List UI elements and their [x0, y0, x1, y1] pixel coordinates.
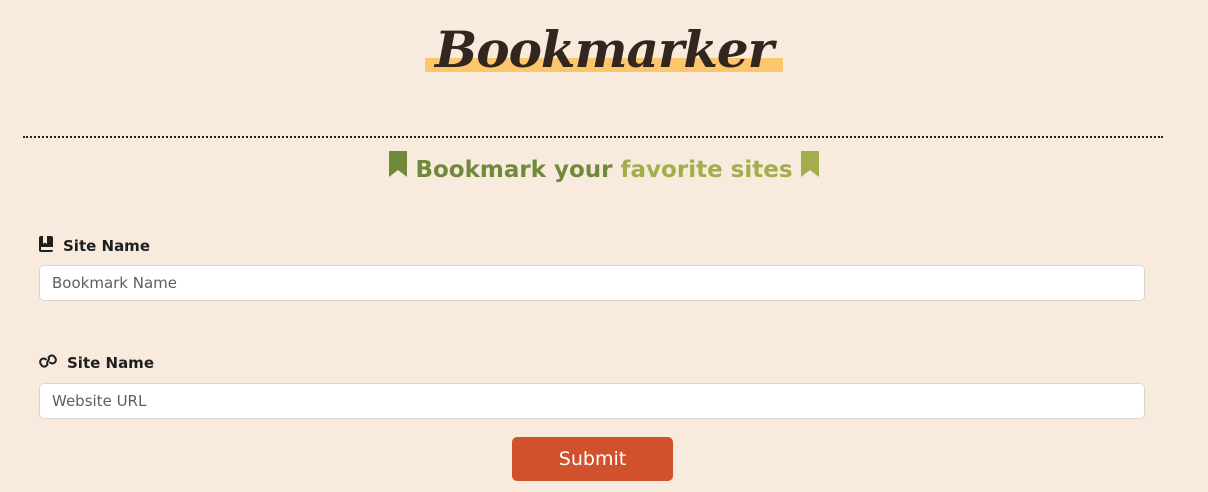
page-subtitle: Bookmark your favorite sites — [0, 151, 1208, 186]
subtitle-text-part2: favorite sites — [620, 157, 793, 183]
bookmark-icon — [389, 151, 408, 186]
site-name-input[interactable] — [39, 265, 1145, 301]
logo-text: Bookmarker — [434, 20, 774, 79]
bookmark-icon — [800, 151, 819, 186]
header: Bookmarker — [0, 18, 1208, 82]
subtitle-text-part1: Bookmark your — [415, 157, 621, 183]
site-url-label-text: Site Name — [67, 354, 154, 372]
link-icon — [39, 354, 57, 372]
site-name-label-text: Site Name — [63, 237, 150, 255]
app-logo: Bookmarker — [424, 18, 784, 82]
book-icon — [39, 236, 53, 256]
site-url-label: Site Name — [39, 354, 154, 372]
submit-button[interactable]: Submit — [512, 437, 673, 481]
bookmarker-page: Bookmarker Bookmark your favorite sites … — [0, 0, 1208, 492]
site-url-input[interactable] — [39, 383, 1145, 419]
header-divider — [23, 136, 1163, 138]
site-name-label: Site Name — [39, 236, 150, 256]
